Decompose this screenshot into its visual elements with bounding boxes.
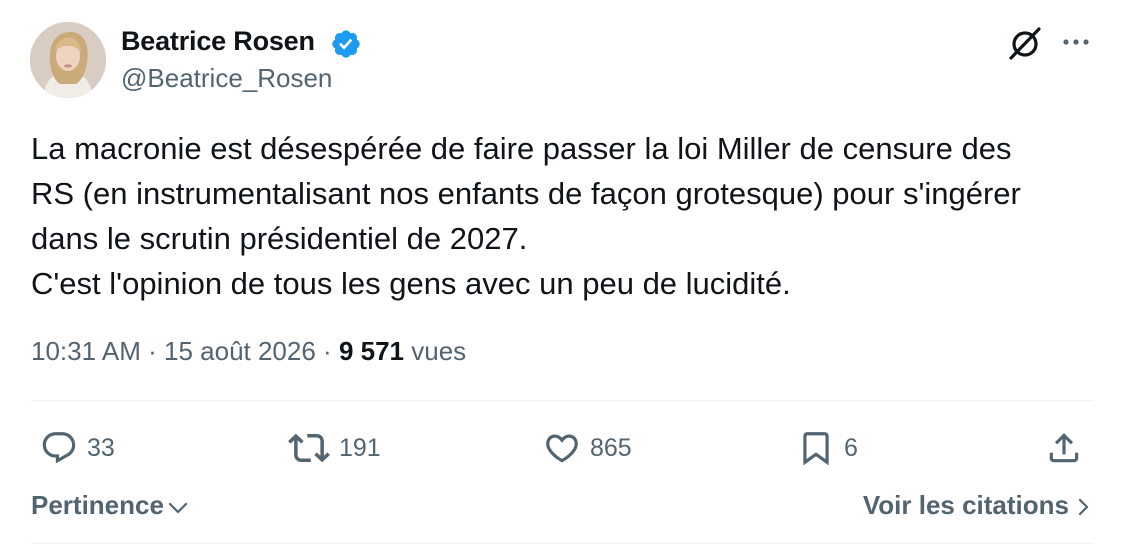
like-button[interactable]: 865	[543, 428, 632, 468]
reply-button[interactable]: 33	[40, 428, 115, 468]
share-icon	[1049, 433, 1079, 463]
bookmark-button[interactable]: 6	[797, 428, 858, 468]
views-label: vues	[411, 336, 467, 366]
tweet-text: La macronie est désespérée de faire pass…	[31, 131, 1021, 301]
retweet-count: 191	[339, 433, 381, 462]
retweet-button[interactable]: 191	[288, 428, 381, 468]
bookmark-count: 6	[844, 433, 858, 462]
author-name[interactable]: Beatrice Rosen	[121, 26, 315, 57]
sort-label: Pertinence	[31, 490, 164, 520]
divider	[30, 400, 1093, 401]
meta-separator: ·	[323, 336, 332, 366]
verified-badge-icon[interactable]	[330, 28, 362, 60]
meta-separator: ·	[148, 336, 157, 366]
avatar[interactable]	[30, 22, 106, 98]
chevron-right-icon	[1078, 498, 1089, 516]
avatar-image	[30, 22, 106, 98]
reply-icon	[42, 432, 76, 464]
view-quotes-link[interactable]: Voir les citations	[863, 490, 1089, 521]
tweet-time[interactable]: 10:31 AM	[31, 336, 141, 366]
like-count: 865	[590, 433, 632, 462]
heart-icon	[546, 434, 578, 463]
chevron-down-icon	[168, 502, 188, 513]
grok-icon[interactable]	[1006, 24, 1044, 62]
author-handle[interactable]: @Beatrice_Rosen	[121, 63, 332, 94]
divider	[30, 543, 1093, 544]
bookmark-icon	[803, 432, 829, 466]
view-quotes-label: Voir les citations	[862, 490, 1069, 520]
views-count: 9 571	[338, 336, 405, 366]
tweet-card: Beatrice Rosen @Beatrice_Rosen La macron…	[0, 0, 1123, 545]
share-button[interactable]	[1045, 428, 1083, 468]
tweet-meta: 10:31 AM · 15 août 2026 · 9 571 vues	[31, 336, 466, 367]
reply-count: 33	[87, 433, 115, 462]
more-icon[interactable]	[1060, 34, 1092, 50]
sort-dropdown[interactable]: Pertinence	[31, 490, 189, 521]
retweet-icon	[288, 433, 330, 463]
tweet-date[interactable]: 15 août 2026	[164, 336, 316, 366]
